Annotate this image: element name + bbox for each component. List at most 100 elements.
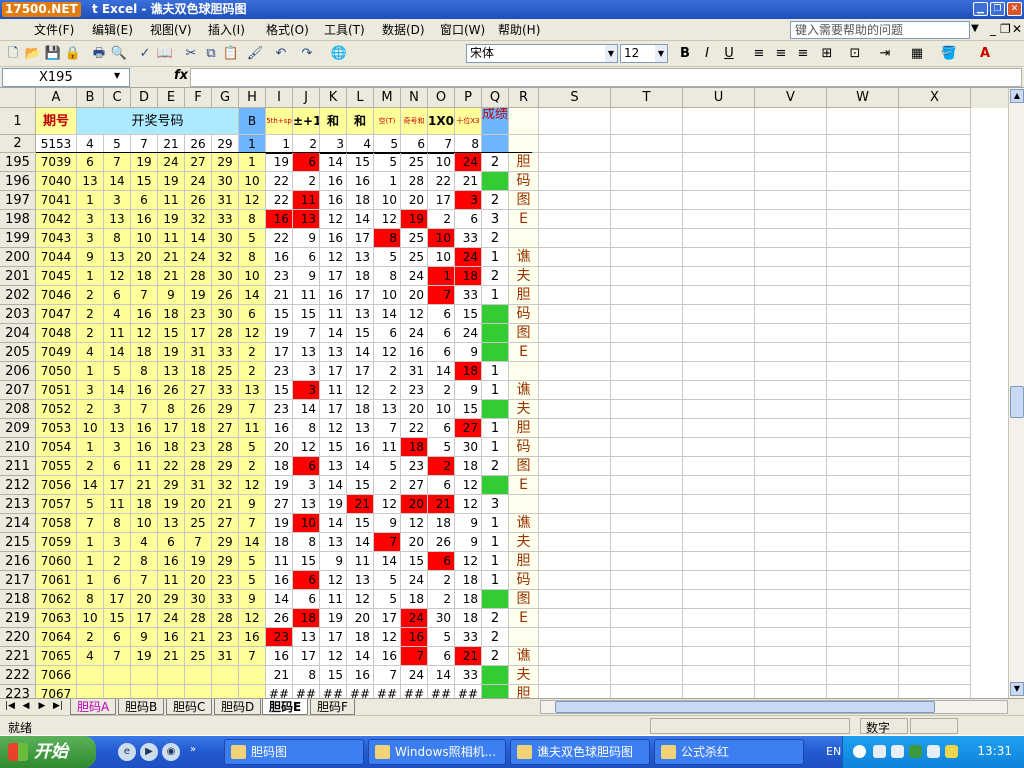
formula-cell[interactable]: 22 bbox=[266, 172, 293, 191]
cell[interactable] bbox=[899, 514, 971, 533]
score-cell[interactable] bbox=[482, 590, 509, 609]
cell[interactable] bbox=[683, 495, 755, 514]
cell[interactable] bbox=[899, 400, 971, 419]
number-cell[interactable] bbox=[158, 685, 185, 698]
formula-index[interactable]: 3 bbox=[320, 135, 347, 153]
period-cell[interactable]: 7065 bbox=[36, 647, 77, 666]
cell[interactable] bbox=[683, 514, 755, 533]
header-formula[interactable]: ±+1 bbox=[293, 108, 320, 135]
cell[interactable] bbox=[755, 590, 827, 609]
period-cell[interactable]: 7067 bbox=[36, 685, 77, 698]
column-header[interactable]: B bbox=[77, 88, 104, 108]
permission-icon[interactable]: 🔒 bbox=[64, 45, 82, 63]
number-cell[interactable]: 20 bbox=[131, 590, 158, 609]
cell[interactable] bbox=[611, 229, 683, 248]
number-cell[interactable]: 1 bbox=[77, 438, 104, 457]
cell[interactable] bbox=[827, 381, 899, 400]
formula-cell[interactable]: 3 bbox=[293, 362, 320, 381]
formula-cell[interactable]: 20 bbox=[266, 438, 293, 457]
cell[interactable] bbox=[539, 476, 611, 495]
number-cell[interactable]: 14 bbox=[185, 229, 212, 248]
shield-icon[interactable] bbox=[945, 745, 958, 758]
cell[interactable] bbox=[827, 628, 899, 647]
formula-cell[interactable]: 12 bbox=[374, 343, 401, 362]
number-cell[interactable]: 28 bbox=[185, 609, 212, 628]
cell[interactable] bbox=[683, 191, 755, 210]
cell[interactable] bbox=[509, 108, 539, 135]
score-cell[interactable]: 1 bbox=[482, 362, 509, 381]
formula-cell[interactable]: 6 bbox=[293, 248, 320, 267]
last-period[interactable]: 5153 bbox=[36, 135, 77, 153]
formula-cell[interactable]: 10 bbox=[428, 400, 455, 419]
menu-item[interactable]: 格式(O) bbox=[266, 22, 309, 38]
cell[interactable] bbox=[827, 135, 899, 153]
formula-cell[interactable]: 6 bbox=[293, 153, 320, 172]
formula-cell[interactable]: 15 bbox=[320, 438, 347, 457]
number-cell[interactable]: 16 bbox=[158, 628, 185, 647]
formula-cell[interactable]: ## bbox=[428, 685, 455, 698]
cell[interactable] bbox=[683, 343, 755, 362]
italic-icon[interactable]: I bbox=[698, 45, 716, 63]
blue-ball-cell[interactable]: 9 bbox=[239, 495, 266, 514]
cell[interactable] bbox=[683, 590, 755, 609]
cell[interactable] bbox=[611, 210, 683, 229]
number-cell[interactable]: 21 bbox=[212, 495, 239, 514]
label-cell[interactable] bbox=[509, 229, 539, 248]
row-header[interactable]: 205 bbox=[0, 343, 36, 362]
row-header[interactable]: 201 bbox=[0, 267, 36, 286]
row-header[interactable]: 220 bbox=[0, 628, 36, 647]
cell[interactable] bbox=[755, 419, 827, 438]
formula-cell[interactable]: 30 bbox=[455, 438, 482, 457]
tray-arrow-icon[interactable] bbox=[853, 745, 866, 758]
formula-cell[interactable]: 26 bbox=[428, 533, 455, 552]
column-header[interactable]: N bbox=[401, 88, 428, 108]
blue-ball-cell[interactable]: 16 bbox=[239, 628, 266, 647]
cell[interactable] bbox=[611, 362, 683, 381]
cell[interactable] bbox=[539, 324, 611, 343]
cell[interactable] bbox=[539, 362, 611, 381]
label-cell[interactable]: 夫 bbox=[509, 533, 539, 552]
formula-cell[interactable]: 19 bbox=[320, 609, 347, 628]
cell[interactable] bbox=[755, 438, 827, 457]
cell[interactable] bbox=[899, 248, 971, 267]
row-header[interactable]: 217 bbox=[0, 571, 36, 590]
cell[interactable] bbox=[683, 571, 755, 590]
cell[interactable] bbox=[755, 108, 827, 135]
formula-cell[interactable]: 11 bbox=[293, 286, 320, 305]
number-cell[interactable]: 26 bbox=[185, 400, 212, 419]
header-formula[interactable]: 奇号和 bbox=[401, 108, 428, 135]
number-cell[interactable]: 13 bbox=[158, 514, 185, 533]
formula-cell[interactable]: 20 bbox=[401, 495, 428, 514]
number-cell[interactable]: 2 bbox=[77, 286, 104, 305]
number-cell[interactable]: 7 bbox=[77, 514, 104, 533]
formula-cell[interactable]: 19 bbox=[320, 495, 347, 514]
formula-cell[interactable]: 16 bbox=[320, 172, 347, 191]
cell[interactable] bbox=[683, 438, 755, 457]
cell[interactable] bbox=[539, 571, 611, 590]
number-cell[interactable]: 13 bbox=[158, 362, 185, 381]
number-cell[interactable]: 3 bbox=[104, 400, 131, 419]
cell[interactable] bbox=[683, 685, 755, 698]
number-cell[interactable]: 2 bbox=[77, 305, 104, 324]
formula-cell[interactable]: 24 bbox=[401, 267, 428, 286]
cell[interactable] bbox=[899, 324, 971, 343]
number-cell[interactable]: 7 bbox=[185, 533, 212, 552]
number-cell[interactable]: 14 bbox=[104, 381, 131, 400]
number-cell[interactable]: 1 bbox=[77, 533, 104, 552]
formula-cell[interactable]: 12 bbox=[320, 210, 347, 229]
score-cell[interactable]: 2 bbox=[482, 628, 509, 647]
formula-cell[interactable]: 12 bbox=[374, 210, 401, 229]
number-cell[interactable] bbox=[104, 666, 131, 685]
align-center-icon[interactable]: ≡ bbox=[772, 45, 790, 63]
formula-cell[interactable]: 21 bbox=[455, 172, 482, 191]
chevron-down-icon[interactable]: ▼ bbox=[655, 45, 667, 62]
formula-cell[interactable]: ## bbox=[347, 685, 374, 698]
formula-cell[interactable]: 15 bbox=[293, 552, 320, 571]
row-header[interactable]: 221 bbox=[0, 647, 36, 666]
cell[interactable] bbox=[539, 685, 611, 698]
cell[interactable] bbox=[827, 305, 899, 324]
formula-cell[interactable]: 18 bbox=[347, 400, 374, 419]
score-cell[interactable]: 1 bbox=[482, 381, 509, 400]
number-cell[interactable]: 2 bbox=[77, 324, 104, 343]
blue-ball-cell[interactable]: 6 bbox=[239, 305, 266, 324]
